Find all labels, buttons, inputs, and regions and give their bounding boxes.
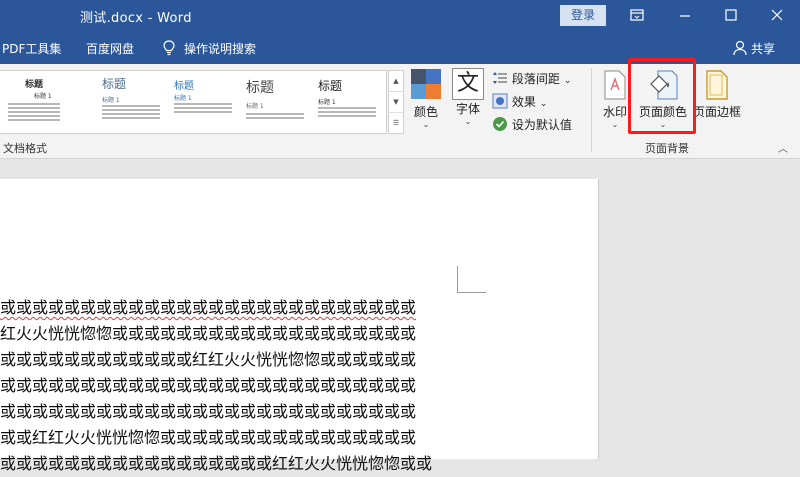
document-formatting-group-label: 文档格式 (3, 142, 47, 155)
maximize-icon[interactable] (708, 0, 754, 32)
group-separator (591, 68, 592, 152)
minimize-icon[interactable] (662, 0, 708, 32)
ribbon-display-options-icon[interactable] (614, 0, 660, 32)
style-set-thumb[interactable]: 标题 标题 1 (4, 71, 64, 133)
set-as-default-button[interactable]: 设为默认值 (492, 116, 572, 133)
colors-button[interactable]: 颜色 ⌄ (408, 68, 444, 129)
tell-me-search[interactable]: 操作说明搜索 (162, 40, 256, 57)
style-set-title: 标题 (174, 81, 194, 92)
style-set-title: 标题 (24, 80, 43, 90)
text-line: 或或或或或或或或或或或或或或或或或或或或或或或或或或 (0, 298, 417, 317)
page-borders-button[interactable]: 页面边框 (692, 70, 742, 120)
person-icon (733, 40, 747, 56)
style-set-thumb[interactable]: 标题 标题 1 (314, 71, 380, 133)
effects-icon (492, 93, 508, 109)
collapse-ribbon-icon[interactable]: ︿ (778, 140, 788, 155)
style-set-title: 标题 (246, 80, 274, 96)
set-as-default-label: 设为默认值 (511, 118, 572, 132)
text-line: 红火火恍恍惚惚或或或或或或或或或或或或或或或或或或或 (0, 324, 417, 343)
text-line: 或或或或或或或或或或或或或或或或或或或或或或或或或或 (0, 376, 417, 395)
style-set-preview-lines (8, 101, 60, 123)
style-set-preview-lines (246, 111, 304, 121)
paragraph-spacing-button[interactable]: 段落间距 ⌄ (492, 70, 571, 87)
checkmark-icon (493, 117, 507, 131)
tell-me-label: 操作说明搜索 (184, 42, 257, 56)
fonts-label: 字体 (455, 102, 480, 116)
style-set-thumb[interactable]: 标题 标题 1 (98, 71, 164, 133)
style-set-title: 标题 (318, 79, 343, 93)
highlight-box (628, 58, 696, 134)
text-line: 或或或或或或或或或或或或红红火火恍恍惚惚或或或或或或 (0, 350, 417, 369)
color-palette-icon (411, 69, 441, 99)
effects-label: 效果 (511, 95, 536, 109)
style-set-gallery[interactable]: 标题 标题 1 标题 标题 1 标题 标题 1 标题 标题 1 标题 标题 1 (0, 70, 387, 134)
colors-label: 颜色 (413, 105, 438, 119)
style-set-thumb[interactable]: 标题 标题 1 (170, 71, 236, 133)
tab-pdf-tools[interactable]: PDF工具集 (2, 40, 61, 57)
share-label: 共享 (751, 42, 776, 56)
chevron-down-icon: ⌄ (422, 120, 430, 129)
login-button[interactable]: 登录 (560, 5, 606, 26)
paragraph-spacing-label: 段落间距 (511, 72, 560, 86)
gallery-scroll-down-icon[interactable]: ▼ (389, 92, 403, 113)
page-background-group-label: 页面背景 (645, 142, 689, 155)
margin-corner-mark (457, 266, 486, 293)
window-title: 测试.docx - Word (80, 11, 192, 26)
document-area: 或或或或或或或或或或或或或或或或或或或或或或或或或或 红火火恍恍惚惚或或或或或或… (0, 159, 800, 473)
gallery-scroll[interactable]: ▲ ▼ ☰ (388, 70, 404, 134)
style-set-preview-lines (318, 105, 376, 119)
watermark-label: 水印 (602, 105, 627, 119)
title-bar: 测试.docx - Word 登录 (0, 0, 800, 32)
close-icon[interactable] (754, 0, 800, 32)
watermark-icon (604, 70, 626, 100)
lightbulb-icon (163, 40, 175, 56)
font-icon: 文 (452, 68, 484, 100)
effects-button[interactable]: 效果 ⌄ (492, 93, 547, 110)
gallery-scroll-up-icon[interactable]: ▲ (389, 71, 403, 92)
text-line: 或或或或或或或或或或或或或或或或或或或或或或或或或或 (0, 402, 417, 421)
tab-baidu-netdisk[interactable]: 百度网盘 (86, 40, 134, 57)
paragraph-spacing-icon (493, 72, 507, 84)
fonts-button[interactable]: 文 字体 ⌄ (450, 68, 486, 126)
style-set-subtitle: 标题 1 (246, 103, 264, 110)
text-line: 或或或或或或或或或或或或或或或或或红红火火恍恍惚惚或或 (0, 454, 433, 473)
style-set-preview-lines (174, 101, 232, 115)
style-set-title: 标题 (102, 77, 127, 91)
style-set-preview-lines (102, 103, 160, 121)
page-borders-label: 页面边框 (692, 105, 741, 119)
chevron-down-icon: ⌄ (611, 120, 619, 129)
page-borders-icon (706, 70, 728, 100)
watermark-button[interactable]: 水印 ⌄ (598, 70, 632, 129)
style-set-thumb[interactable]: 标题 标题 1 (242, 71, 308, 133)
share-button[interactable]: 共享 (733, 40, 775, 57)
style-set-subtitle: 标题 1 (34, 93, 52, 100)
chevron-down-icon: ⌄ (464, 117, 472, 126)
document-page[interactable]: 或或或或或或或或或或或或或或或或或或或或或或或或或或 红火火恍恍惚惚或或或或或或… (0, 179, 599, 473)
gallery-more-icon[interactable]: ☰ (389, 113, 403, 133)
text-line: 或或红红火火恍恍惚惚或或或或或或或或或或或或或或或或 (0, 428, 417, 447)
